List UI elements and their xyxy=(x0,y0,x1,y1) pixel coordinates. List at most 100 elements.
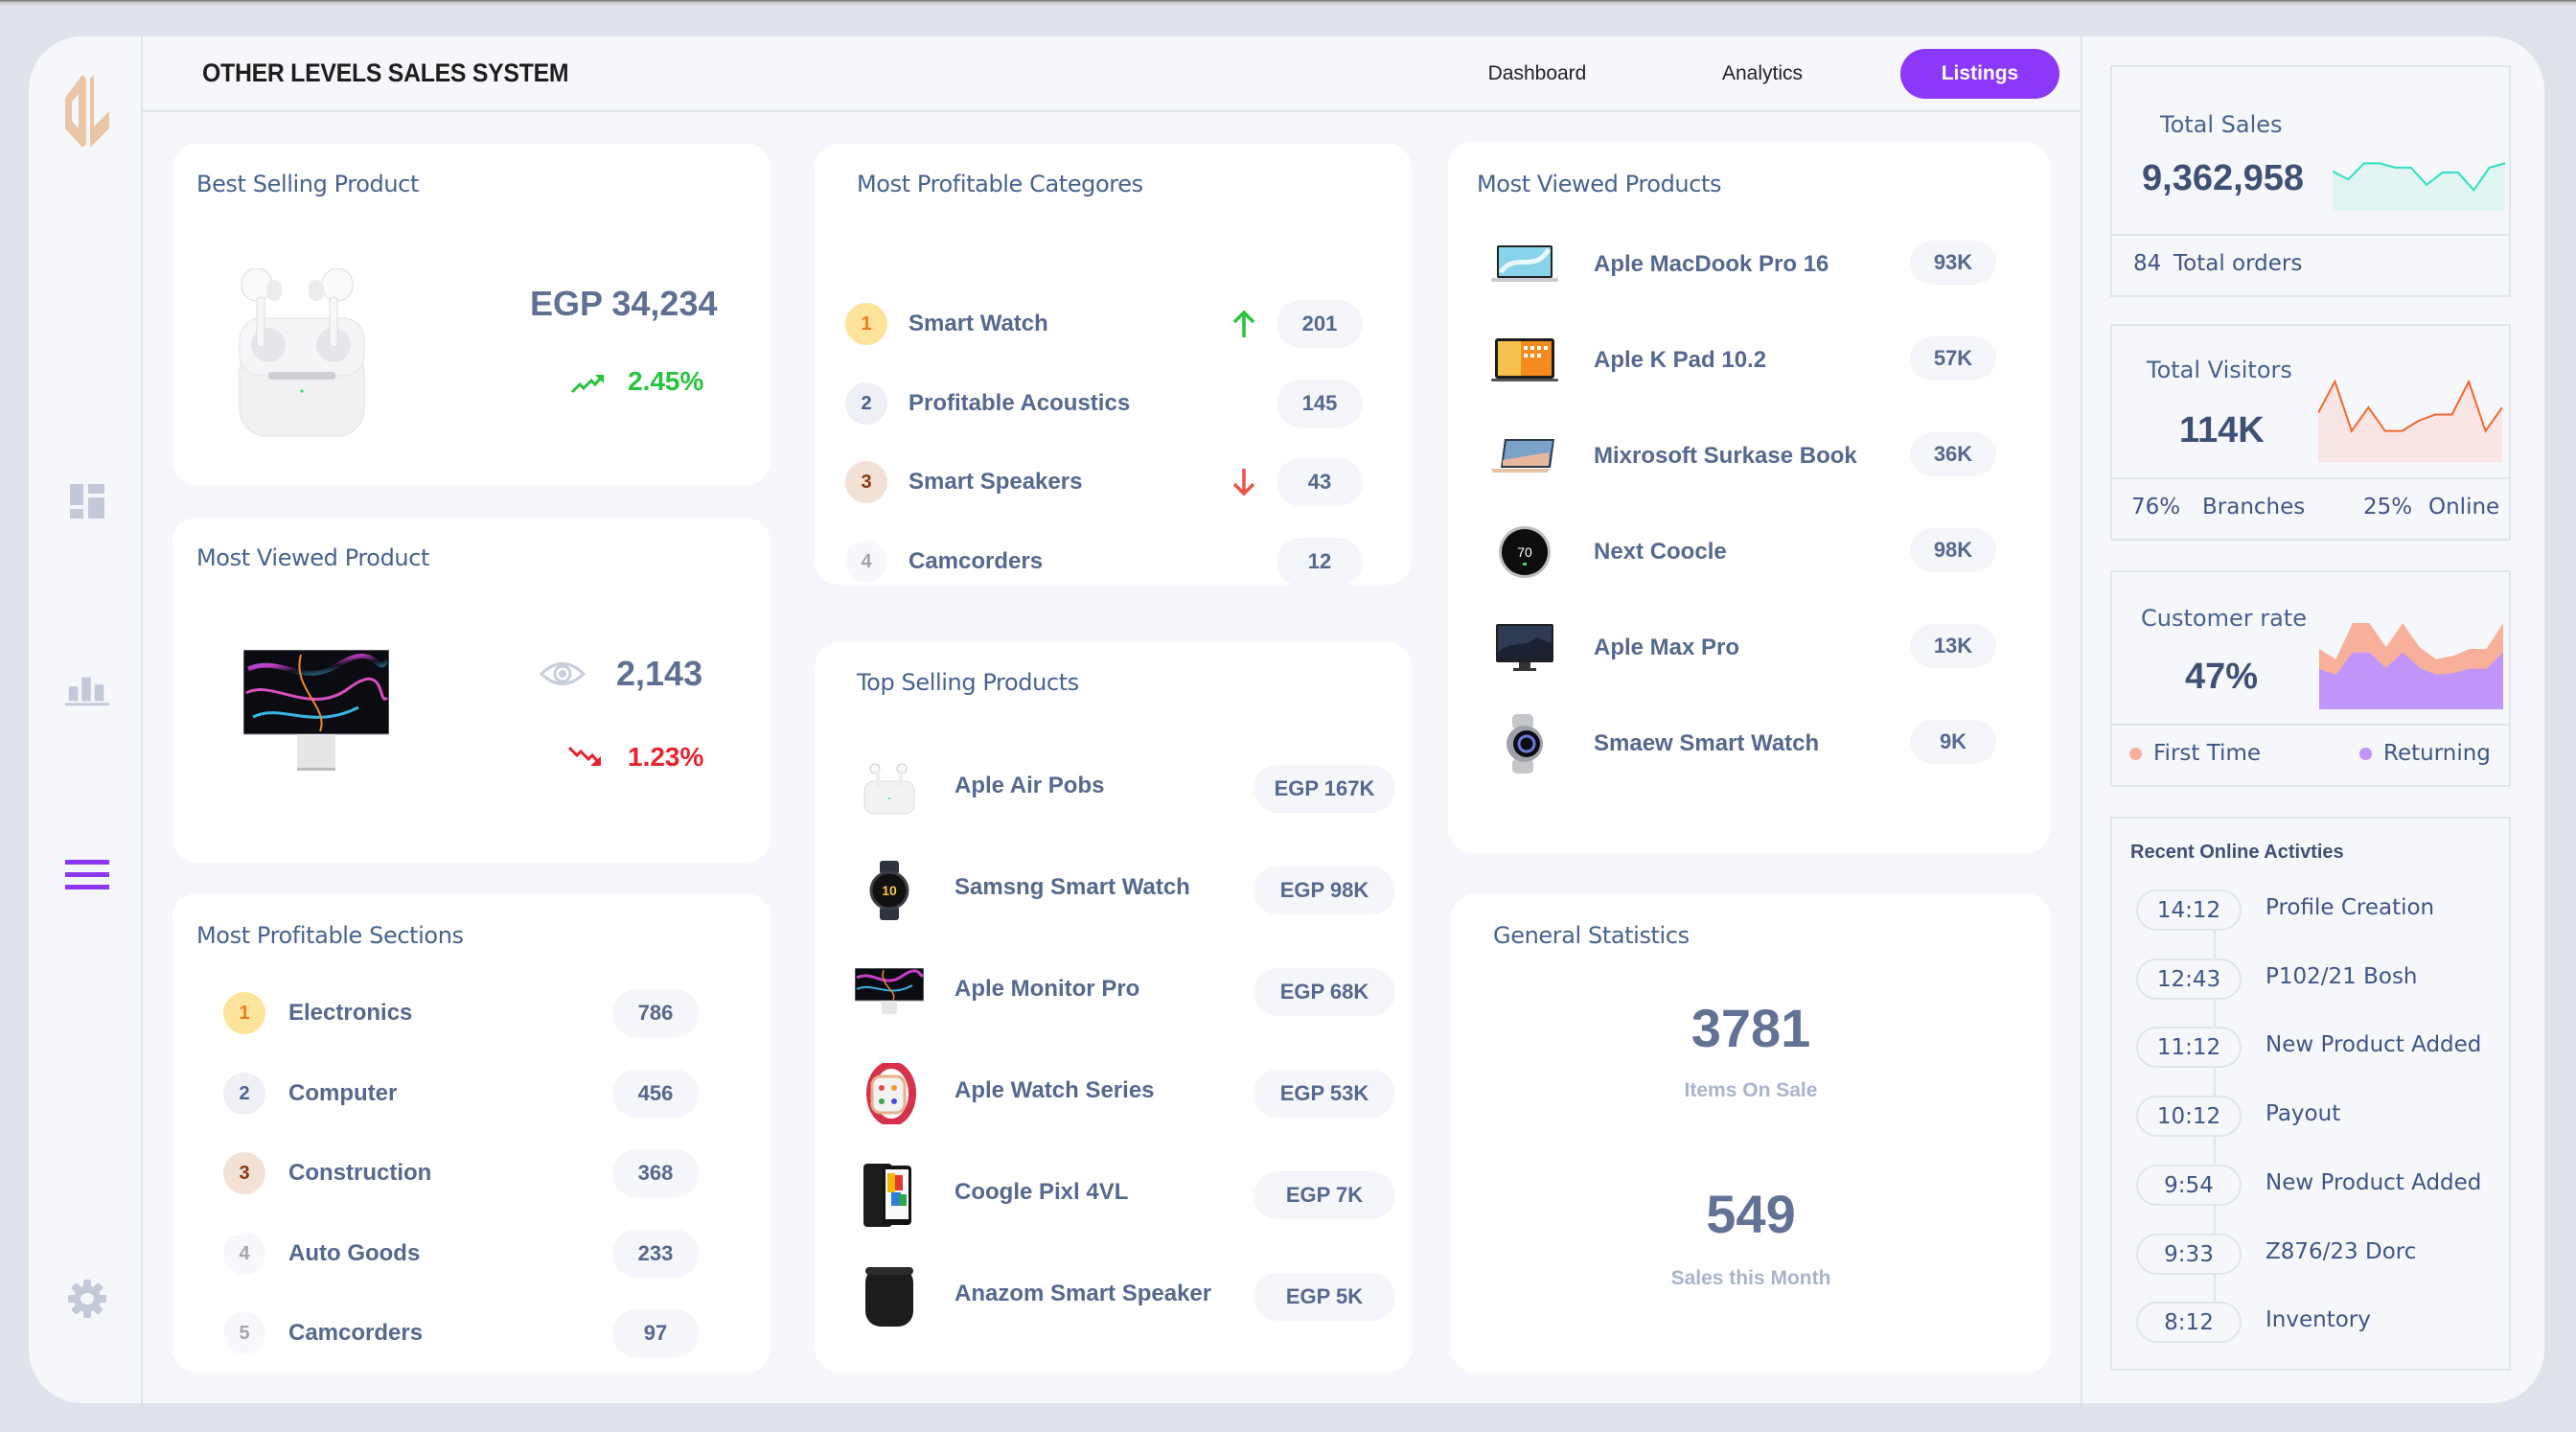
section-value: 97 xyxy=(612,1309,699,1357)
online-pct: 25% xyxy=(2363,495,2413,520)
total-visitors-sparkline xyxy=(2318,380,2502,462)
svg-text:10: 10 xyxy=(882,883,897,898)
app-title: OTHER LEVELS SALES SYSTEM xyxy=(202,58,569,87)
best-selling-product-card: Best Selling Product EGP 34,234 2.45% xyxy=(172,144,770,485)
branches-pct: 76% xyxy=(2131,495,2181,520)
category-row[interactable]: 3 Smart Speakers 43 xyxy=(845,458,1382,506)
surface-laptop-image xyxy=(1490,423,1559,490)
section-row[interactable]: 4 Auto Goods 233 xyxy=(223,1229,722,1278)
tab-analytics[interactable]: Analytics xyxy=(1690,49,1834,99)
airpods-image xyxy=(853,755,926,822)
section-label: Electronics xyxy=(288,1000,413,1026)
category-value: 145 xyxy=(1276,379,1363,427)
card-title: Most Profitable Categores xyxy=(857,171,1143,197)
product-sales-value: EGP 5K xyxy=(1254,1273,1395,1321)
category-row[interactable]: 4 Camcorders 12 xyxy=(845,537,1382,586)
branches-label: Branches xyxy=(2202,495,2306,520)
activity-item[interactable]: 9:33 Z876/23 Dorc xyxy=(2136,1233,2500,1276)
customer-rate-label: Customer rate xyxy=(2141,605,2307,632)
activity-item[interactable]: 9:54 New Product Added xyxy=(2136,1164,2500,1207)
product-sales-value: EGP 98K xyxy=(1254,866,1395,914)
menu-icon[interactable] xyxy=(65,853,109,897)
rank-badge: 3 xyxy=(223,1152,265,1194)
most-viewed-row[interactable]: Mixrosoft Surkase Book 36K xyxy=(1490,423,2027,490)
legend-label: First Time xyxy=(2153,741,2262,766)
total-sales-box: Total Sales 9,362,958 84 Total orders xyxy=(2110,65,2511,297)
total-sales-label: Total Sales xyxy=(2160,111,2283,138)
sales-this-month-label: Sales this Month xyxy=(1670,1267,1831,1289)
section-label: Auto Goods xyxy=(288,1239,421,1266)
section-row[interactable]: 1 Electronics 786 xyxy=(223,989,722,1037)
category-row[interactable]: 1 Smart Watch 201 xyxy=(845,300,1382,348)
top-selling-row[interactable]: Aple Watch Series EGP 53K xyxy=(853,1060,1399,1127)
right-panel: Total Sales 9,362,958 84 Total orders To… xyxy=(2081,36,2544,1403)
monitor-image xyxy=(853,959,926,1026)
tab-dashboard[interactable]: Dashboard xyxy=(1465,49,1609,99)
apple-watch-image xyxy=(853,1060,926,1127)
activity-item[interactable]: 10:12 Payout xyxy=(2136,1096,2500,1138)
dashboard-icon[interactable] xyxy=(65,479,109,523)
top-selling-row[interactable]: Aple Monitor Pro EGP 68K xyxy=(853,959,1399,1026)
thermostat-reading: 70 xyxy=(1517,544,1532,560)
section-value: 456 xyxy=(612,1069,699,1118)
window-top-edge xyxy=(0,0,2576,6)
top-selling-row[interactable]: Aple Air Pobs EGP 167K xyxy=(853,755,1399,822)
legend-label: Returning xyxy=(2383,741,2491,766)
activity-label: Z876/23 Dorc xyxy=(2266,1238,2417,1264)
activity-item[interactable]: 8:12 Inventory xyxy=(2136,1302,2500,1344)
section-row[interactable]: 2 Computer 456 xyxy=(223,1069,722,1118)
most-viewed-row[interactable]: Aple K Pad 10.2 57K xyxy=(1490,327,2027,394)
product-views-value: 93K xyxy=(1910,241,1996,285)
product-label: Smaew Smart Watch xyxy=(1594,730,1820,756)
tab-listings[interactable]: Listings xyxy=(1900,49,2059,99)
activity-time: 9:54 xyxy=(2136,1164,2242,1206)
most-viewed-trend: 1.23% xyxy=(628,742,704,772)
galaxy-watch-image xyxy=(1490,710,1559,777)
activity-item[interactable]: 12:43 P102/21 Bosh xyxy=(2136,958,2500,1001)
customer-rate-chart xyxy=(2319,623,2503,709)
most-viewed-products-card: Most Viewed Products Aple MacDook Pro 16… xyxy=(1448,142,2050,853)
rank-badge: 4 xyxy=(223,1232,265,1275)
product-label: Aple K Pad 10.2 xyxy=(1594,347,1767,373)
items-on-sale-label: Items On Sale xyxy=(1684,1079,1818,1101)
gear-icon[interactable] xyxy=(65,1277,109,1321)
top-selling-row[interactable]: 10 Samsng Smart Watch EGP 98K xyxy=(853,857,1399,924)
app-window: OTHER LEVELS SALES SYSTEM Dashboard Anal… xyxy=(29,36,2544,1403)
section-label: Computer xyxy=(288,1079,398,1106)
timeline-connector xyxy=(2214,1205,2216,1234)
most-viewed-row[interactable]: 70 Next Coocle 98K xyxy=(1490,519,2027,586)
recent-activities-title: Recent Online Activties xyxy=(2130,842,2344,863)
activity-label: P102/21 Bosh xyxy=(2266,963,2418,989)
top-selling-row[interactable]: Coogle Pixl 4VL EGP 7K xyxy=(853,1162,1399,1229)
product-views-value: 57K xyxy=(1910,336,1996,381)
airpods-image xyxy=(230,267,374,446)
bar-chart-icon[interactable] xyxy=(65,666,109,710)
timeline-connector xyxy=(2214,1274,2216,1303)
best-selling-trend: 2.45% xyxy=(628,366,704,396)
customer-rate-legend: First Time Returning xyxy=(2112,726,2509,785)
top-selling-row[interactable]: Anazom Smart Speaker EGP 5K xyxy=(853,1263,1399,1330)
category-row[interactable]: 2 Profitable Acoustics 145 xyxy=(845,379,1382,427)
product-label: Coogle Pixl 4VL xyxy=(954,1179,1129,1205)
card-title: Most Viewed Products xyxy=(1477,171,1722,197)
section-row[interactable]: 3 Construction 368 xyxy=(223,1149,722,1197)
timeline-connector xyxy=(2214,999,2216,1028)
most-viewed-row[interactable]: Smaew Smart Watch 9K xyxy=(1490,710,2027,777)
most-viewed-row[interactable]: Aple Max Pro 13K xyxy=(1490,614,2027,681)
most-viewed-product-card: Most Viewed Product 2,143 1.23% xyxy=(172,518,770,863)
section-label: Camcorders xyxy=(288,1320,424,1346)
category-value: 43 xyxy=(1276,458,1363,506)
activity-item[interactable]: 14:12 Profile Creation xyxy=(2136,889,2500,932)
profitable-categories-card: Most Profitable Categores 1 Smart Watch 20… xyxy=(815,144,1412,586)
timeline-connector xyxy=(2214,1137,2216,1166)
laptop-image xyxy=(1490,231,1559,298)
section-row[interactable]: 5 Camcorders 97 xyxy=(223,1309,722,1357)
total-sales-value: 9,362,958 xyxy=(2142,158,2305,198)
imac-image xyxy=(1490,614,1559,681)
activity-item[interactable]: 11:12 New Product Added xyxy=(2136,1027,2500,1069)
total-visitors-spark-area xyxy=(2318,381,2502,462)
customer-rate-box: Customer rate 47% First Time Returning xyxy=(2110,570,2511,787)
sales-this-month-value: 549 xyxy=(1706,1184,1796,1244)
most-viewed-row[interactable]: Aple MacDook Pro 16 93K xyxy=(1490,231,2027,298)
product-views-value: 36K xyxy=(1910,432,1996,476)
